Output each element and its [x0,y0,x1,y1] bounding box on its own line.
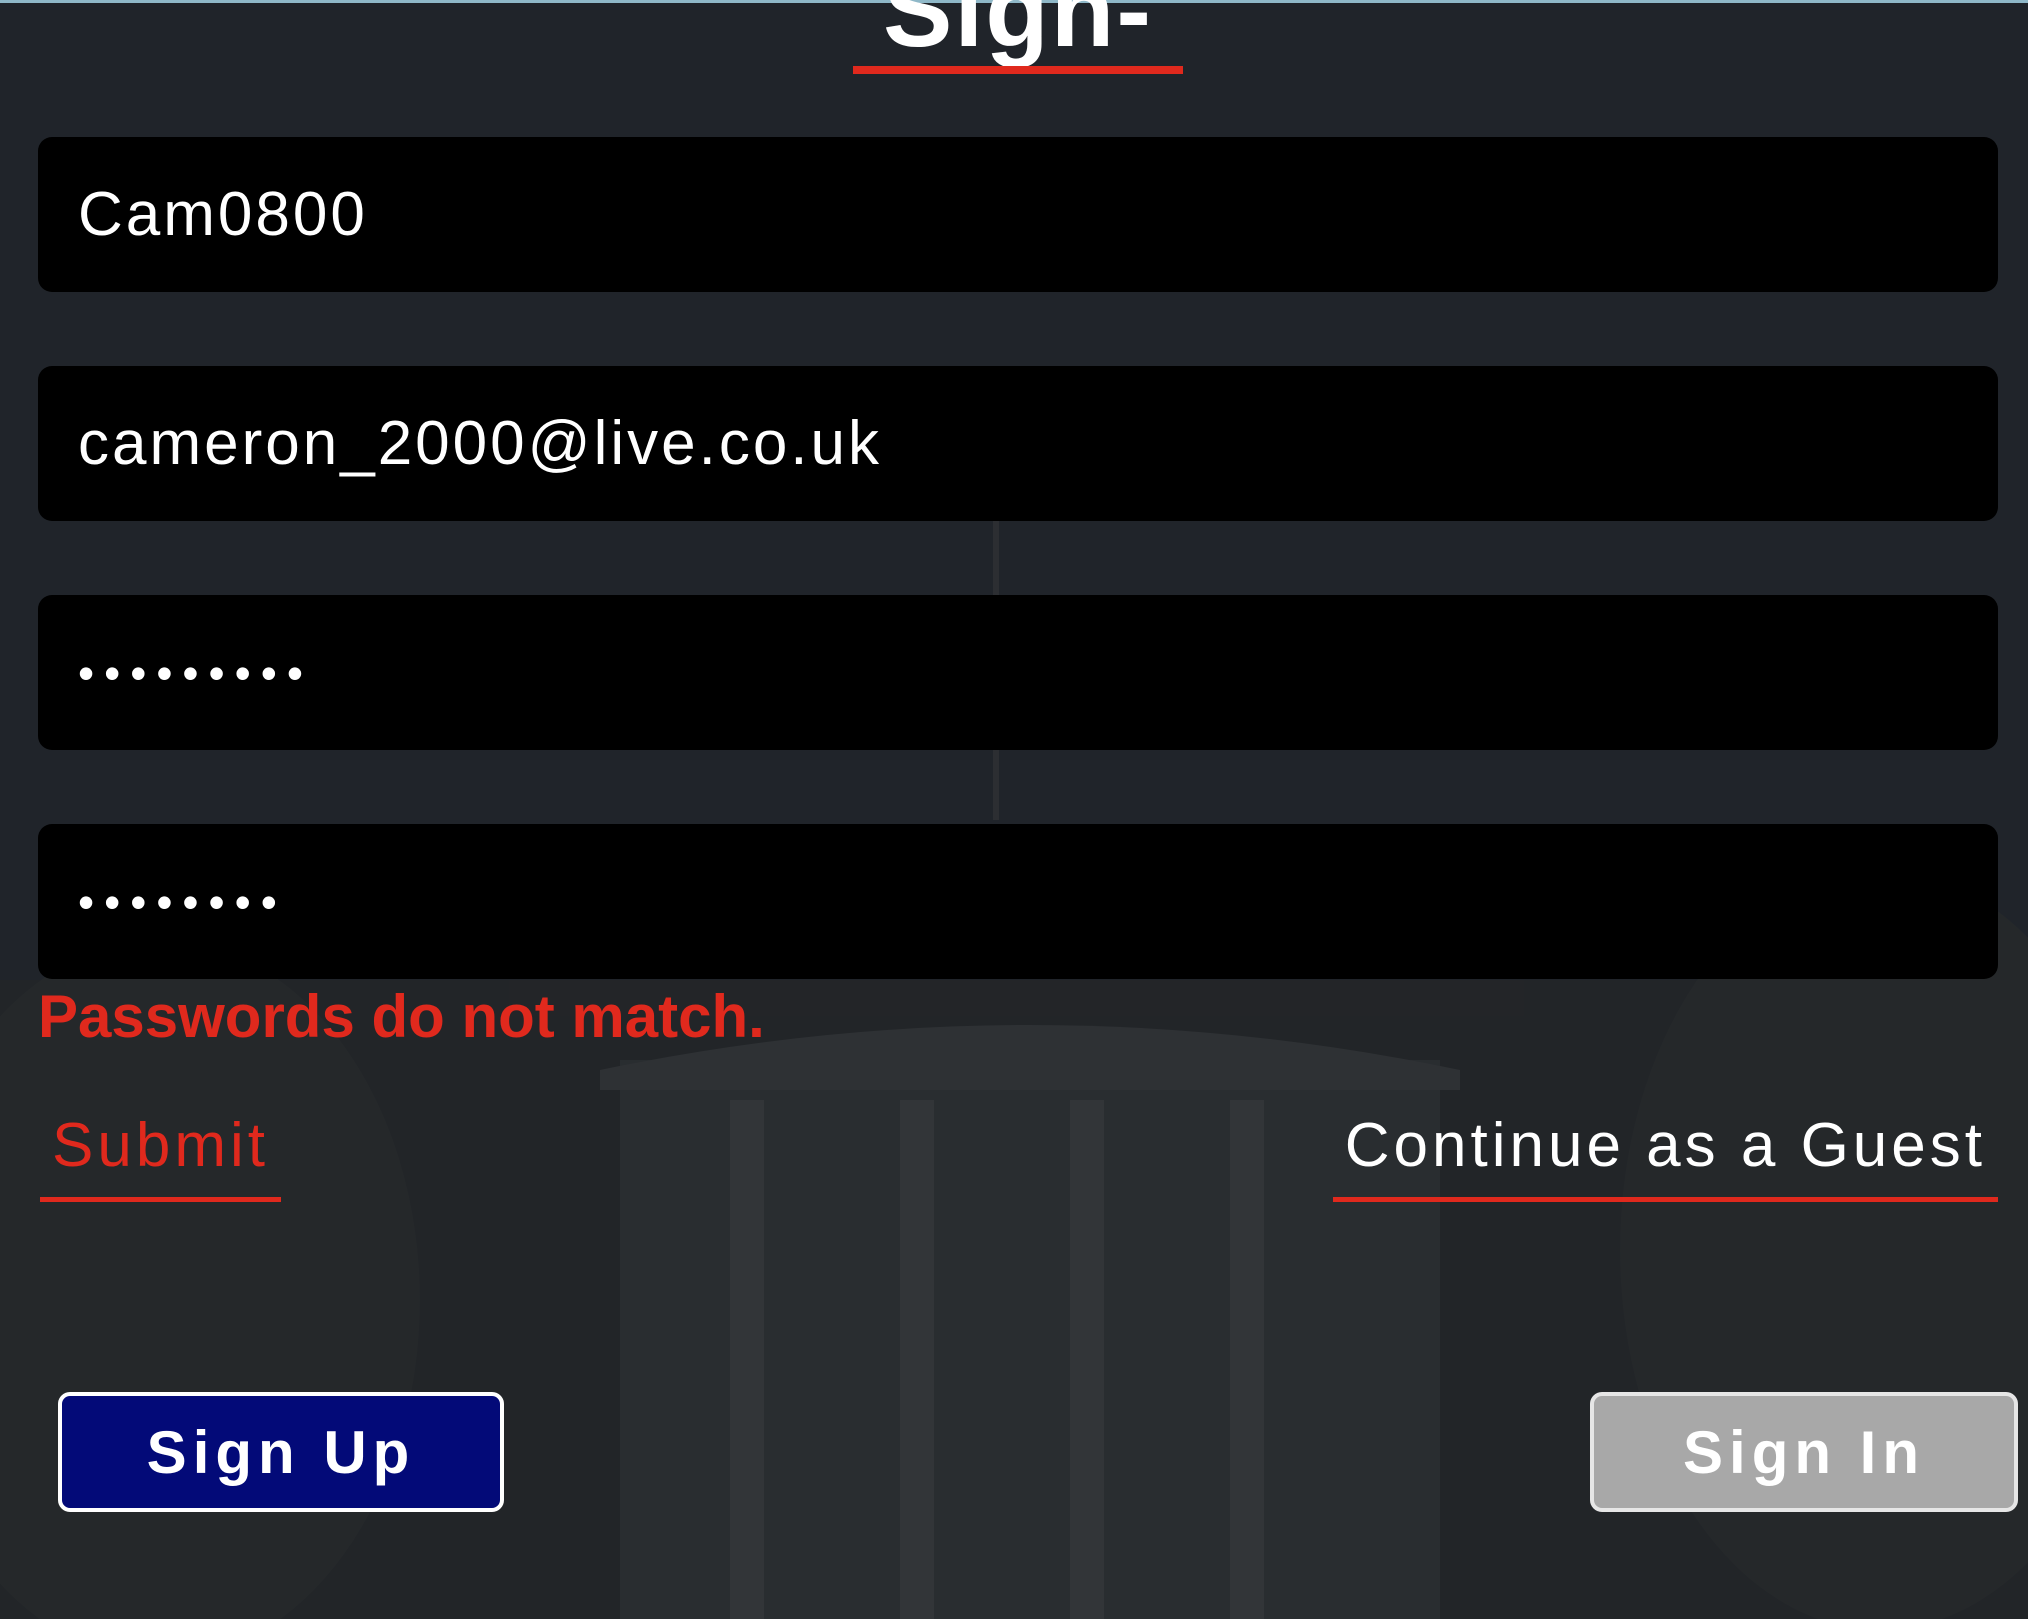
username-field[interactable]: Cam0800 [38,137,1998,292]
password-field[interactable]: ••••••••• [38,595,1998,750]
password-mismatch-error: Passwords do not match. [38,983,765,1050]
sign-up-button[interactable]: Sign Up [58,1392,504,1512]
submit-link[interactable]: Submit [40,1110,281,1202]
continue-as-guest-link[interactable]: Continue as a Guest [1332,1110,1998,1202]
email-field[interactable]: cameron_2000@live.co.uk [38,366,1998,521]
title-underline [853,66,1183,74]
title-clip: Sign-Up [853,0,1183,76]
sign-in-button[interactable]: Sign In [1590,1392,2018,1512]
confirm-password-field[interactable]: •••••••• [38,824,1998,979]
page-title: Sign-Up [883,0,1153,76]
